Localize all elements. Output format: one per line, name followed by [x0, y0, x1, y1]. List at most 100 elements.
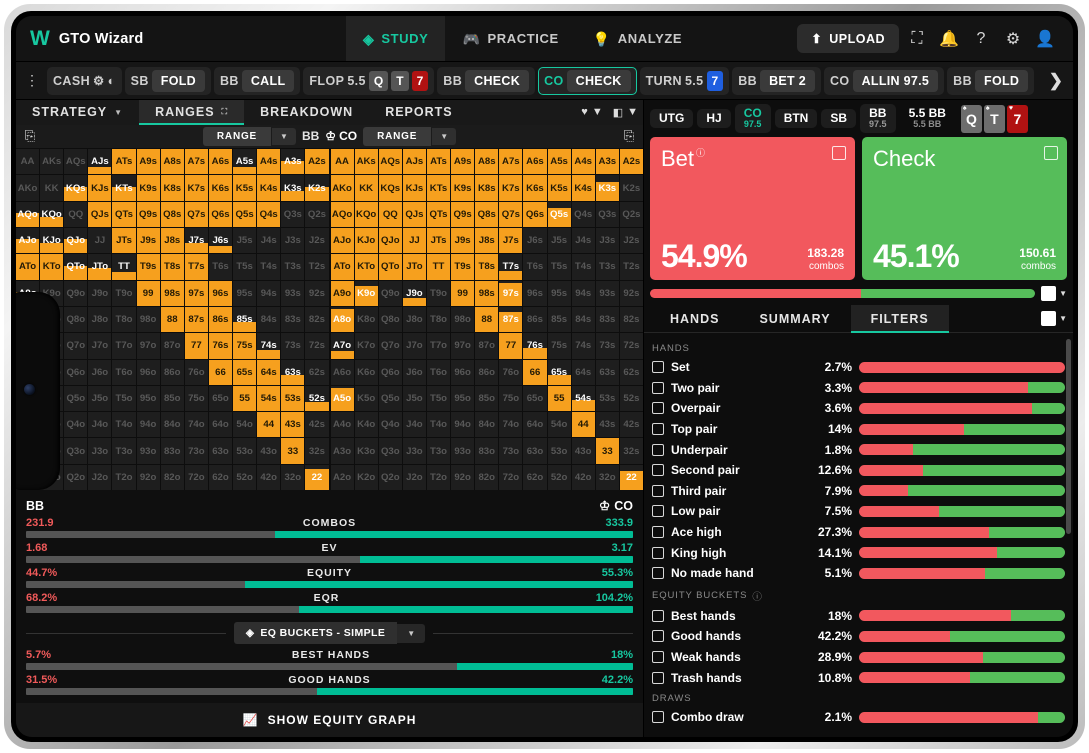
range-cell[interactable]: J4o	[88, 412, 112, 438]
range-cell[interactable]: 83s	[595, 306, 619, 333]
range-cell[interactable]: Q4s	[571, 201, 595, 228]
range-cell[interactable]: 42o	[571, 464, 595, 490]
range-cell[interactable]: 65s	[233, 359, 257, 385]
range-cell[interactable]: 77	[184, 333, 208, 359]
range-cell[interactable]: KQo	[354, 201, 378, 228]
tab-summary[interactable]: SUMMARY	[739, 305, 850, 332]
bell-icon[interactable]: 🔔	[935, 25, 963, 53]
range-cell[interactable]: Q6o	[64, 359, 88, 385]
filter-checkbox[interactable]	[652, 402, 664, 415]
range-cell[interactable]: JJ	[402, 228, 426, 254]
position-utg[interactable]: UTG	[650, 109, 694, 128]
range-cell[interactable]: 85s	[547, 306, 571, 333]
range-cell[interactable]: A7o	[330, 333, 354, 359]
range-cell[interactable]: J6s	[523, 228, 547, 254]
range-cell[interactable]: A5s	[547, 149, 571, 175]
range-cell[interactable]: Q7o	[378, 333, 402, 359]
range-cell[interactable]: 42s	[305, 412, 329, 438]
range-cell[interactable]: J3o	[88, 438, 112, 464]
range-cell[interactable]: 54o	[233, 412, 257, 438]
range-cell[interactable]: Q6s	[208, 201, 233, 228]
range-cell[interactable]: J5o	[88, 385, 112, 412]
range-cell[interactable]: 95s	[233, 280, 257, 306]
bar-chart-icon[interactable]	[1044, 146, 1058, 160]
range-cell[interactable]: K7o	[354, 333, 378, 359]
position-btn[interactable]: BTN	[774, 109, 818, 128]
range-cell[interactable]: J5o	[402, 385, 426, 412]
range-cell[interactable]: 82s	[619, 306, 643, 333]
filter-checkbox[interactable]	[652, 381, 664, 394]
filter-row[interactable]: Third pair 7.9%	[652, 481, 1065, 502]
info-icon[interactable]: ⓘ	[696, 146, 705, 159]
range-cell[interactable]: 74s	[257, 333, 281, 359]
help-icon[interactable]: ?	[967, 25, 995, 53]
range-cell[interactable]: KQo	[40, 201, 64, 228]
range-cell[interactable]: 76s	[208, 333, 233, 359]
turn-group[interactable]: TURN 5.5 7	[639, 66, 730, 95]
board-filter-select[interactable]: ◧ ▼	[608, 100, 643, 125]
range-cell[interactable]: 62o	[523, 464, 547, 490]
range-cell[interactable]: K9o	[354, 280, 378, 306]
range-cell[interactable]: 72s	[619, 333, 643, 359]
range-cell[interactable]: 98s	[160, 280, 184, 306]
range-cell[interactable]: Q5s	[547, 201, 571, 228]
range-cell[interactable]: QTo	[378, 254, 402, 280]
range-cell[interactable]: J8s	[160, 228, 184, 254]
range-cell[interactable]: 44	[571, 412, 595, 438]
range-cell[interactable]: 43s	[595, 412, 619, 438]
range-cell[interactable]: 94o	[451, 412, 475, 438]
range-cell[interactable]: 75o	[184, 385, 208, 412]
range-cell[interactable]: 32o	[595, 464, 619, 490]
flop-group[interactable]: FLOP 5.5 Q T 7	[303, 66, 435, 95]
filter-row[interactable]: Weak hands 28.9%	[652, 647, 1065, 668]
range-cell[interactable]: 73s	[281, 333, 305, 359]
range-cell[interactable]: 85s	[233, 306, 257, 333]
range-cell[interactable]: AJo	[16, 228, 40, 254]
range-cell[interactable]: 64o	[523, 412, 547, 438]
range-cell[interactable]: KQs	[378, 175, 402, 201]
range-cell[interactable]: A5s	[233, 149, 257, 175]
range-cell[interactable]: A8s	[475, 149, 499, 175]
info-icon[interactable]: ⓘ	[752, 589, 762, 603]
range-cell[interactable]: 63s	[595, 359, 619, 385]
range-cell[interactable]: J4s	[571, 228, 595, 254]
range-cell[interactable]: ATs	[112, 149, 136, 175]
range-cell[interactable]: 53s	[595, 385, 619, 412]
range-cell[interactable]: J9s	[136, 228, 160, 254]
range-cell[interactable]: 63o	[208, 438, 233, 464]
range-cell[interactable]: 84s	[257, 306, 281, 333]
range-cell[interactable]: AA	[330, 149, 354, 175]
range-cell[interactable]: 92s	[619, 280, 643, 306]
position-sb[interactable]: SB	[821, 109, 857, 128]
range-cell[interactable]: T2s	[305, 254, 329, 280]
range-cell[interactable]: T8s	[475, 254, 499, 280]
range-cell[interactable]: 93o	[451, 438, 475, 464]
range-cell[interactable]: J6o	[88, 359, 112, 385]
range-cell[interactable]: J9o	[402, 280, 426, 306]
tab-reports[interactable]: REPORTS	[369, 100, 468, 125]
range-cell[interactable]: Q9s	[136, 201, 160, 228]
range-cell[interactable]: T7o	[112, 333, 136, 359]
node-action-label[interactable]: BET 2	[760, 69, 815, 92]
filter-row[interactable]: Two pair 3.3%	[652, 378, 1065, 399]
range-cell[interactable]: T7o	[426, 333, 451, 359]
range-cell[interactable]: T4o	[112, 412, 136, 438]
range-cell[interactable]: QTs	[426, 201, 451, 228]
range-cell[interactable]: T3o	[112, 438, 136, 464]
range-cell[interactable]: K6s	[523, 175, 547, 201]
range-cell[interactable]: K6s	[208, 175, 233, 201]
copy-icon[interactable]: ⎘	[621, 128, 637, 144]
range-cell[interactable]: J4s	[257, 228, 281, 254]
range-cell[interactable]: 82s	[305, 306, 329, 333]
range-cell[interactable]: 87o	[475, 333, 499, 359]
range-cell[interactable]: A4s	[257, 149, 281, 175]
range-cell[interactable]: T7s	[184, 254, 208, 280]
filters-scrollbar[interactable]	[1066, 339, 1071, 534]
range-cell[interactable]: T4o	[426, 412, 451, 438]
range-cell[interactable]: ATs	[426, 149, 451, 175]
filter-checkbox[interactable]	[652, 651, 664, 664]
filter-row[interactable]: King high 14.1%	[652, 542, 1065, 563]
range-cell[interactable]: A8s	[160, 149, 184, 175]
range-cell[interactable]: J9s	[451, 228, 475, 254]
range-cell[interactable]: T5s	[547, 254, 571, 280]
